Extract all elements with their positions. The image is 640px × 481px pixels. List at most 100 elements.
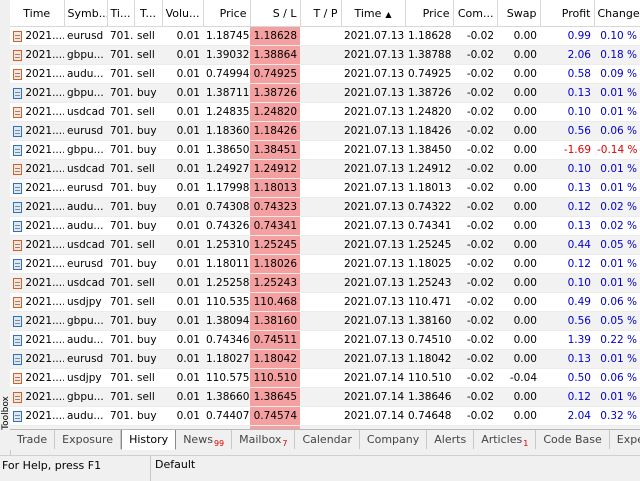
cell-close-price: 1.24912 (405, 159, 453, 179)
cell-change: 0.02 % (594, 197, 640, 217)
cell-ticket: 701... (107, 292, 134, 312)
column-header-ticket[interactable]: Ti... (107, 0, 135, 27)
tab-articles[interactable]: Articles1 (474, 430, 537, 449)
table-row[interactable]: 2021....audu...701...sell0.010.749940.74… (10, 64, 640, 84)
column-header-symbol[interactable]: Symb... (64, 0, 108, 27)
column-header-time-open[interactable]: Time (10, 0, 65, 27)
tab-calendar[interactable]: Calendar (295, 430, 360, 449)
table-row[interactable]: 2021....usdjpy701...sell0.01110.575110.5… (10, 368, 640, 388)
cell-open-price: 110.535 (203, 292, 250, 312)
column-header-price-close[interactable]: Price (405, 0, 454, 27)
column-header-swap[interactable]: Swap (497, 0, 541, 27)
sell-deal-icon (13, 277, 22, 289)
cell-volume: 0.01 (162, 121, 203, 141)
table-row[interactable]: 2021....eurusd701...buy0.011.180111.1802… (10, 254, 640, 274)
table-row[interactable]: 2021....gbpu...701...buy0.011.380941.381… (10, 311, 640, 331)
cell-profit: 0.12 (540, 254, 594, 274)
tab-code-base[interactable]: Code Base (536, 430, 610, 449)
cell-sl: 1.18026 (250, 254, 300, 274)
table-row[interactable]: 2021....audu...701...buy0.010.744070.745… (10, 406, 640, 426)
tab-trade[interactable]: Trade (10, 430, 56, 449)
column-header-volume[interactable]: Volu... (162, 0, 204, 27)
table-row[interactable]: 2021....usdjpy701...sell0.01110.535110.4… (10, 292, 640, 312)
cell-tp (300, 102, 341, 122)
cell-close-price: 0.74648 (405, 406, 453, 426)
cell-direction: sell (134, 64, 162, 84)
column-header-change[interactable]: Change (594, 0, 640, 27)
cell-commission: -0.02 (453, 178, 497, 198)
tab-news[interactable]: News99 (176, 430, 233, 449)
cell-ticket: 701... (107, 102, 134, 122)
table-row[interactable]: 2021....usdcad701...sell0.011.249271.249… (10, 159, 640, 179)
tab-mailbox[interactable]: Mailbox7 (232, 430, 296, 449)
cell-open-price: 1.24835 (203, 102, 250, 122)
table-row[interactable]: 2021....eurusd701...buy0.011.180271.1804… (10, 349, 640, 369)
cell-volume: 0.01 (162, 273, 203, 293)
cell-profit: 2.04 (540, 406, 594, 426)
tab-count-badge: 1 (523, 439, 529, 448)
column-header-commission[interactable]: Com... (453, 0, 498, 27)
table-row[interactable]: 2021....gbpu...701...buy0.011.387111.387… (10, 83, 640, 103)
cell-close-time: 2021.07.14 ... (341, 387, 405, 407)
table-row[interactable]: 2021....gbpu...701...buy0.011.386501.384… (10, 140, 640, 160)
cell-swap: 0.00 (497, 349, 540, 369)
column-header-profit[interactable]: Profit (540, 0, 595, 27)
cell-profit: 0.50 (540, 368, 594, 388)
table-row[interactable]: 2021....usdcad701...sell0.011.252581.252… (10, 273, 640, 293)
cell-profit: 0.10 (540, 102, 594, 122)
cell-profit: -1.69 (540, 140, 594, 160)
tab-experts[interactable]: Experts (610, 430, 640, 449)
table-row[interactable]: 2021....gbpu...701...sell0.011.390321.38… (10, 45, 640, 65)
column-header-time-close[interactable]: Time ▲ (341, 0, 406, 27)
column-header-tp[interactable]: T / P (300, 0, 342, 27)
cell-close-time: 2021.07.13 ... (341, 330, 405, 350)
cell-close-time: 2021.07.13 ... (341, 235, 405, 255)
cell-profit: 0.13 (540, 83, 594, 103)
cell-commission: -0.02 (453, 64, 497, 84)
cell-tp (300, 121, 341, 141)
cell-open-time: 2021.... (10, 45, 64, 65)
cell-open-time: 2021.... (10, 102, 64, 122)
history-table: Time Symb... Ti... T... Volu... Price S / LT /… (10, 0, 640, 429)
cell-profit: 0.10 (540, 273, 594, 293)
tab-company[interactable]: Company (360, 430, 428, 449)
cell-open-price: 1.38711 (203, 83, 250, 103)
cell-profit: 0.49 (540, 292, 594, 312)
cell-direction: sell (134, 26, 162, 46)
column-header-price-open[interactable]: Price (203, 0, 251, 27)
table-row[interactable]: 2021....audu...701...buy0.010.743460.745… (10, 330, 640, 350)
cell-close-time: 2021.07.13 ... (341, 311, 405, 331)
cell-volume: 0.01 (162, 45, 203, 65)
table-row[interactable]: 2021....eurusd701...sell0.011.187451.186… (10, 26, 640, 46)
table-row[interactable]: 2021....eurusd701...buy0.011.179981.1801… (10, 178, 640, 198)
table-row[interactable]: 2021....usdcad701...sell0.011.253101.252… (10, 235, 640, 255)
table-row[interactable]: 2021....audu...701...buy0.010.743080.743… (10, 197, 640, 217)
cell-direction: buy (134, 178, 162, 198)
cell-volume: 0.01 (162, 102, 203, 122)
cell-close-price: 110.510 (405, 368, 453, 388)
table-row[interactable]: 2021....usdcad701...sell0.011.248351.248… (10, 102, 640, 122)
cell-tp (300, 178, 341, 198)
cell-close-price: 1.25243 (405, 273, 453, 293)
tab-exposure[interactable]: Exposure (55, 430, 122, 449)
cell-tp (300, 159, 341, 179)
cell-ticket: 701... (107, 121, 134, 141)
cell-ticket: 701... (107, 235, 134, 255)
table-row[interactable]: 2021....audu...701...buy0.010.743260.743… (10, 216, 640, 236)
buy-deal-icon (13, 144, 22, 156)
cell-open-price: 0.74326 (203, 216, 250, 236)
cell-direction: sell (134, 387, 162, 407)
tab-history[interactable]: History (121, 430, 177, 450)
cell-tp (300, 330, 341, 350)
table-row[interactable]: 2021....eurusd701...buy0.011.183601.1842… (10, 121, 640, 141)
cell-commission: -0.02 (453, 121, 497, 141)
tab-alerts[interactable]: Alerts (427, 430, 475, 449)
table-row[interactable]: 2021....gbpu...701...sell0.011.386601.38… (10, 387, 640, 407)
column-header-sl[interactable]: S / L (250, 0, 301, 27)
column-header-type[interactable]: T... (134, 0, 163, 27)
cell-close-time: 2021.07.13 ... (341, 121, 405, 141)
cell-change: -0.14 % (594, 140, 640, 160)
cell-open-price: 0.74346 (203, 330, 250, 350)
cell-volume: 0.01 (162, 406, 203, 426)
cell-ticket: 701... (107, 349, 134, 369)
